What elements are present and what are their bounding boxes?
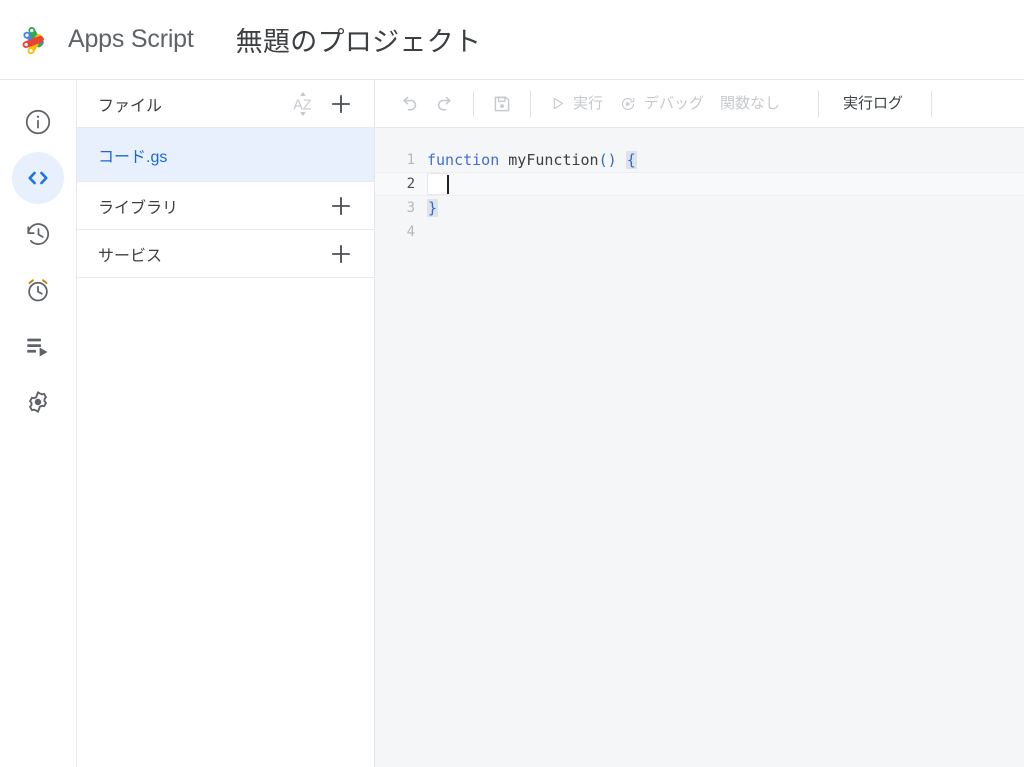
function-select[interactable]: 関数なし	[712, 87, 788, 121]
editor-toolbar: 実行 デバッグ 関数なし 実行ログ	[375, 80, 1024, 128]
brand-name: Apps Script	[68, 25, 194, 53]
toolbar-divider-2	[530, 90, 531, 117]
sort-az-icon: AZ	[293, 91, 312, 116]
services-section-header[interactable]: サービス	[77, 230, 374, 278]
sidebar-item-settings[interactable]	[12, 376, 64, 428]
editor-pane: 実行 デバッグ 関数なし 実行ログ 1 function myFunction …	[375, 80, 1024, 767]
code-line-content	[427, 173, 449, 195]
run-log-label: 実行ログ	[843, 95, 904, 112]
gear-icon	[29, 391, 47, 413]
plus-icon	[331, 196, 351, 215]
run-button-label: 実行	[573, 95, 604, 112]
line-number: 1	[406, 152, 415, 168]
sidebar-item-executions[interactable]	[12, 320, 64, 372]
undo-icon	[403, 96, 417, 110]
line-number: 4	[406, 224, 415, 240]
add-file-button[interactable]	[328, 91, 354, 117]
apps-script-app: Apps Script 無題のプロジェクト ファイル AZ コード.gs ライブ…	[0, 0, 1024, 767]
line-number: 2	[406, 176, 415, 192]
libraries-section-header[interactable]: ライブラリ	[77, 182, 374, 230]
add-service-button[interactable]	[328, 241, 354, 267]
sort-files-button[interactable]: AZ	[288, 89, 328, 119]
code-line: 4	[375, 220, 1024, 244]
code-token-open-brace: {	[625, 151, 637, 169]
play-triangle-icon	[553, 97, 564, 110]
file-item-label: コード.gs	[98, 148, 168, 166]
files-section-label: ファイル	[98, 97, 163, 115]
left-nav-rail	[0, 80, 77, 767]
file-item-code-gs[interactable]: コード.gs	[77, 128, 374, 182]
files-section-header: ファイル AZ	[77, 80, 374, 128]
code-editor[interactable]: 1 function myFunction() { 2 3 } 4	[375, 128, 1024, 767]
services-section-label: サービス	[98, 247, 163, 265]
toolbar-divider-3	[818, 90, 820, 117]
undo-button[interactable]	[391, 86, 427, 122]
redo-icon	[437, 96, 451, 110]
files-panel-empty-area	[77, 278, 374, 767]
files-panel: ファイル AZ コード.gs ライブラリ サービス	[77, 80, 375, 767]
sidebar-item-overview[interactable]	[12, 96, 64, 148]
alarm-clock-icon	[28, 279, 48, 302]
debug-button[interactable]: デバッグ	[611, 87, 712, 121]
apps-script-logo-icon	[22, 26, 44, 54]
text-cursor	[447, 174, 449, 194]
sidebar-item-editor[interactable]	[12, 152, 64, 204]
info-circle-icon	[25, 109, 51, 135]
sidebar-item-history[interactable]	[12, 208, 64, 260]
app-body: ファイル AZ コード.gs ライブラリ サービス 実行 デバッグ 関数なし 実…	[0, 80, 1024, 767]
code-line-content: function myFunction() {	[427, 151, 637, 169]
debug-icon	[621, 97, 635, 110]
project-title[interactable]: 無題のプロジェクト	[236, 20, 482, 59]
redo-button[interactable]	[427, 86, 463, 122]
sidebar-item-triggers[interactable]	[12, 264, 64, 316]
debug-button-label: デバッグ	[644, 95, 705, 112]
code-token-keyword: function	[427, 151, 500, 169]
code-token-close-brace: }	[427, 199, 439, 217]
run-log-button[interactable]: 実行ログ	[829, 87, 917, 121]
code-brackets-icon	[28, 171, 48, 185]
run-button[interactable]: 実行	[541, 87, 611, 121]
function-select-label: 関数なし	[720, 95, 781, 112]
indent-guide	[427, 173, 448, 195]
toolbar-divider-1	[473, 90, 474, 117]
add-library-button[interactable]	[328, 193, 354, 219]
code-token-parens: ()	[598, 151, 617, 169]
executions-list-play-icon	[27, 338, 48, 357]
code-line-active: 2	[375, 172, 1024, 196]
toolbar-divider-4	[931, 90, 933, 117]
svg-text:AZ: AZ	[293, 97, 312, 113]
plus-icon	[331, 94, 351, 113]
code-line: 1 function myFunction() {	[375, 148, 1024, 172]
plus-icon	[331, 244, 351, 263]
code-line: 3 }	[375, 196, 1024, 220]
save-button[interactable]	[484, 86, 520, 122]
line-number: 3	[406, 200, 415, 216]
app-header: Apps Script 無題のプロジェクト	[0, 0, 1024, 80]
clock-history-icon	[27, 223, 50, 245]
libraries-section-label: ライブラリ	[98, 199, 179, 217]
code-line-content: }	[427, 199, 439, 217]
code-token-function-name: myFunction	[508, 151, 599, 169]
save-floppy-icon	[494, 96, 510, 111]
brand-block[interactable]: Apps Script	[18, 21, 194, 59]
